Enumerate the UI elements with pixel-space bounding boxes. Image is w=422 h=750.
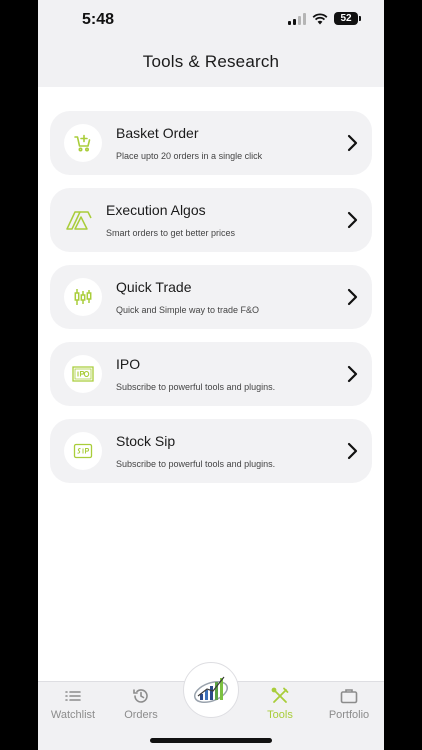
chevron-right-icon	[347, 211, 358, 229]
candlestick-icon	[64, 278, 102, 316]
tool-title: IPO	[116, 356, 141, 372]
page-title: Tools & Research	[142, 52, 280, 71]
chevron-right-icon	[347, 365, 358, 383]
phone-screen: 5:48 52 Tools & Research Basket Order Pl…	[38, 0, 384, 750]
battery-level: 52	[340, 13, 352, 24]
chevron-right-icon	[347, 134, 358, 152]
tab-label: Portfolio	[328, 709, 370, 721]
tool-subtitle: Smart orders to get better prices	[106, 228, 236, 238]
ipo-icon	[64, 355, 102, 393]
algo-icon	[60, 201, 98, 239]
chevron-right-icon	[347, 442, 358, 460]
chevron-right-icon	[347, 288, 358, 306]
tool-subtitle: Subscribe to powerful tools and plugins.	[116, 459, 276, 469]
market-chart-logo-icon	[193, 676, 229, 704]
header: 5:48 52 Tools & Research	[38, 0, 384, 87]
tool-stock-sip[interactable]: Stock Sip Subscribe to powerful tools an…	[50, 419, 372, 483]
tool-subtitle: Subscribe to powerful tools and plugins.	[116, 382, 276, 392]
tool-subtitle: Place upto 20 orders in a single click	[116, 151, 263, 161]
sip-icon	[64, 432, 102, 470]
tab-label: Tools	[267, 709, 293, 721]
tool-title: Basket Order	[116, 125, 199, 141]
tool-title: Stock Sip	[116, 433, 176, 449]
tab-orders[interactable]: Orders	[106, 686, 176, 721]
tab-label: Orders	[124, 709, 158, 721]
tab-portfolio[interactable]: Portfolio	[314, 686, 384, 721]
tools-icon	[245, 686, 315, 706]
wifi-icon	[312, 12, 328, 24]
home-indicator	[150, 738, 272, 743]
battery-icon: 52	[334, 12, 361, 25]
center-market-button[interactable]	[183, 662, 239, 718]
cellular-signal-icon	[288, 12, 306, 25]
tool-basket-order[interactable]: Basket Order Place upto 20 orders in a s…	[50, 111, 372, 175]
status-time: 5:48	[82, 11, 115, 28]
tool-execution-algos[interactable]: Execution Algos Smart orders to get bett…	[50, 188, 372, 252]
tool-title: Execution Algos	[106, 202, 206, 218]
status-icons: 52	[288, 12, 361, 25]
history-icon	[106, 686, 176, 706]
tools-list: Basket Order Place upto 20 orders in a s…	[50, 111, 372, 496]
tool-ipo[interactable]: IPO Subscribe to powerful tools and plug…	[50, 342, 372, 406]
tool-quick-trade[interactable]: Quick Trade Quick and Simple way to trad…	[50, 265, 372, 329]
tab-tools[interactable]: Tools	[245, 686, 315, 721]
cart-plus-icon	[64, 124, 102, 162]
tool-title: Quick Trade	[116, 279, 192, 295]
tab-watchlist[interactable]: Watchlist	[38, 686, 108, 721]
tool-subtitle: Quick and Simple way to trade F&O	[116, 305, 260, 315]
list-icon	[38, 686, 108, 706]
briefcase-icon	[314, 686, 384, 706]
tab-label: Watchlist	[50, 709, 96, 721]
